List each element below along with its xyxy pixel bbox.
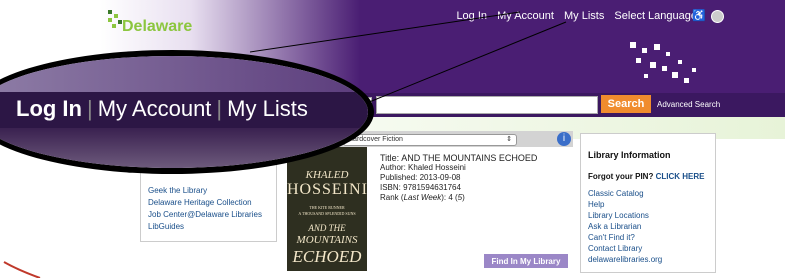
magnifier-callout: Log In | My Account | My Lists xyxy=(0,50,374,174)
magnified-my-lists-link[interactable]: My Lists xyxy=(227,96,308,121)
magnified-login-link[interactable]: Log In xyxy=(16,96,82,121)
separator: | xyxy=(216,96,223,121)
magnified-my-account-link[interactable]: My Account xyxy=(98,96,212,121)
magnifier-links: Log In | My Account | My Lists xyxy=(16,96,308,122)
separator: | xyxy=(86,96,93,121)
magnifier-bottom xyxy=(0,128,368,168)
